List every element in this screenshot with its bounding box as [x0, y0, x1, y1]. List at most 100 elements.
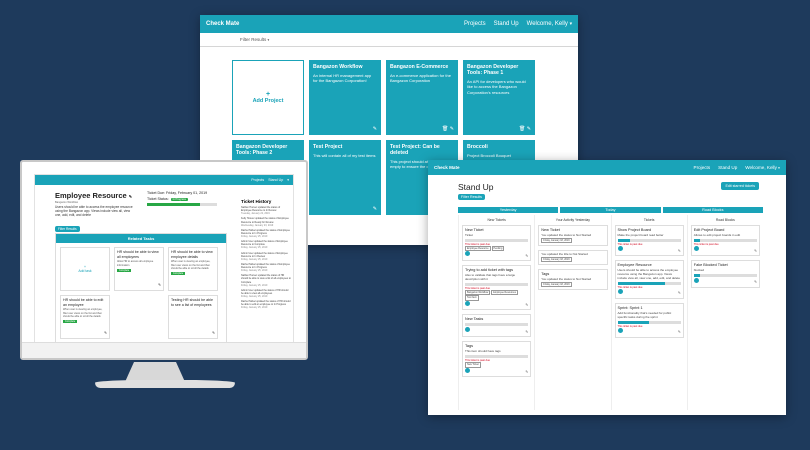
- task-title: HR should be able to view employee detai…: [171, 250, 213, 259]
- ticket-card[interactable]: Tags This item should have tags This ticke…: [462, 341, 532, 378]
- ticket-description: Users should be able to access the emplo…: [617, 267, 681, 280]
- pencil-icon[interactable]: ✎: [754, 249, 757, 254]
- task-card[interactable]: Testing HR should be able to see a list …: [168, 295, 218, 339]
- ticket-card[interactable]: Sprint: Sprint 1 Add functionality that's…: [614, 302, 684, 338]
- ticket-label: New Ticket: [465, 362, 481, 368]
- task-description: When user is viewing an employee, filter…: [171, 260, 211, 270]
- ticket-card[interactable]: Employee Resource Users should be able to…: [614, 260, 684, 299]
- nav-standup[interactable]: Stand Up: [718, 165, 737, 170]
- desktop-monitor: Projects Stand Up ▾ Employee Resource ✎ …: [20, 160, 308, 360]
- project-card[interactable]: Test Project This will contain all of my…: [309, 140, 381, 215]
- ticket-card[interactable]: New Ticket You updated the status to Not …: [538, 225, 608, 246]
- monitor-chin: [22, 342, 306, 358]
- trash-icon[interactable]: 🗑: [519, 126, 525, 132]
- project-title: Test Project: Can be deleted: [390, 144, 440, 156]
- standup-navbar: Check Mate Projects Stand Up Welcome, Ke…: [428, 160, 786, 175]
- status-badge[interactable]: In Progress: [170, 197, 188, 201]
- ticket-title: New Ticket: [465, 228, 484, 232]
- ticket-title: New Tasks: [465, 317, 484, 322]
- pencil-icon[interactable]: ✎: [158, 283, 161, 288]
- history-item: Nathan Hoover updated the status of Empl…: [241, 206, 291, 215]
- history-date: Wednesday, January 23, 2019: [241, 223, 274, 227]
- history-date: Friday, January 25, 2019: [241, 246, 268, 250]
- column-header: Your Activity Yesterday: [555, 218, 590, 222]
- project-tools: 🗑 ✎: [519, 126, 531, 132]
- pencil-icon[interactable]: ✎: [754, 280, 757, 285]
- ticket-due-date: Ticket Due: Friday, February 01, 2019: [147, 191, 208, 195]
- column-header: Road Blocks: [715, 218, 735, 222]
- project-card[interactable]: Bangazon Developer Tools: Phase 1 An API…: [463, 60, 535, 135]
- ticket-status: Ticket Status: In Progress: [147, 197, 237, 201]
- pencil-icon[interactable]: ✎: [525, 303, 528, 308]
- history-date: Friday, January 25, 2019: [241, 283, 268, 287]
- pencil-icon[interactable]: ✎: [450, 126, 454, 132]
- project-card[interactable]: Bangazon Workflow An internal HR managem…: [309, 60, 381, 135]
- progress-fill: [693, 238, 701, 242]
- task-status-tag: Complete: [171, 272, 186, 276]
- nav-standup[interactable]: Stand Up: [494, 21, 519, 27]
- ticket-description: Ticket: [465, 232, 473, 237]
- filter-results-button[interactable]: Filter Results: [55, 226, 80, 233]
- task-card[interactable]: HR should be able to view employee detai…: [168, 247, 218, 291]
- nav-standup[interactable]: Stand Up: [268, 178, 283, 182]
- pencil-icon[interactable]: ✎: [678, 291, 681, 296]
- brand-logo[interactable]: Check Mate: [434, 165, 686, 170]
- nav-projects[interactable]: Projects: [694, 165, 711, 170]
- ticket-card[interactable]: Fake Blocked Ticket blocked ✎: [690, 260, 760, 288]
- pencil-icon[interactable]: ✎: [212, 331, 215, 336]
- ticket-description: This item should have tags: [465, 349, 501, 354]
- nav-projects[interactable]: Projects: [251, 178, 264, 182]
- ticket-description: Make the project board read better: [617, 232, 664, 237]
- project-title: Bangazon Developer Tools: Phase 1: [467, 64, 519, 76]
- pencil-icon[interactable]: ✎: [525, 254, 528, 259]
- ticket-label: Friday, January 18, 2019: [541, 281, 572, 287]
- pencil-icon[interactable]: ✎: [525, 370, 528, 375]
- filter-results-dropdown[interactable]: Filter Results ▾: [240, 37, 269, 42]
- project-title: Bangazon E-Commerce: [390, 64, 449, 70]
- history-date: Friday, January 25, 2019: [241, 235, 268, 238]
- project-title: Bangazon Developer Tools: Phase 2: [236, 144, 288, 156]
- task-card[interactable]: HR should be able to edit an employee Wh…: [60, 295, 110, 339]
- task-description: Allow HR to access all employee informat…: [117, 260, 154, 267]
- ticket-card[interactable]: Show Project Board Make the project board…: [614, 225, 684, 257]
- related-tasks-header: Related Tasks: [56, 234, 226, 243]
- avatar: [617, 289, 623, 295]
- ticket-card[interactable]: New Ticket Ticket This ticket is past due E…: [462, 225, 532, 262]
- standup-columns: New Tickets New Ticket Ticket This ticket i…: [458, 215, 763, 410]
- ticket-card[interactable]: You updated the title to Not Started Frid…: [538, 249, 608, 265]
- brand-logo[interactable]: Check Mate: [206, 21, 456, 27]
- nav-projects[interactable]: Projects: [464, 21, 486, 27]
- filter-bar: Filter Results ▾: [200, 33, 578, 47]
- caret-down-icon: ▾: [569, 22, 572, 27]
- standup-column: Road Blocks Edit Project Board Allows to e…: [686, 215, 763, 410]
- pencil-icon[interactable]: ✎: [104, 331, 107, 336]
- avatar: [465, 251, 470, 257]
- ticket-card[interactable]: New Tasks ✎: [462, 314, 532, 338]
- trash-icon[interactable]: 🗑: [442, 126, 448, 132]
- edit-starred-button[interactable]: Edit starred tickets: [721, 182, 759, 190]
- page-title: Stand Up: [458, 182, 494, 192]
- ticket-history: Ticket History Nathan Hoover updated the…: [241, 199, 291, 312]
- ticket-card[interactable]: Edit Project Board Allows to edit project…: [690, 225, 760, 257]
- pencil-icon[interactable]: ✎: [678, 249, 681, 254]
- task-card[interactable]: HR should be able to view all employees …: [114, 247, 164, 291]
- add-task-card[interactable]: + Add task: [60, 247, 110, 291]
- filter-results-button[interactable]: Filter Results: [458, 194, 485, 200]
- pencil-icon[interactable]: ✎: [525, 330, 528, 335]
- project-description: Project Broccoli Bouquet: [467, 153, 511, 158]
- avatar: [693, 246, 699, 252]
- ticket-card[interactable]: Tags You updated the status to Not Starte…: [538, 268, 608, 290]
- ticket-label: Friday, January 18, 2019: [541, 237, 572, 243]
- caret-down-icon[interactable]: ▾: [287, 178, 289, 182]
- ticket-card[interactable]: Trying to add ticket with tags Also to va…: [462, 265, 532, 311]
- pencil-icon[interactable]: ✎: [373, 126, 377, 132]
- project-card[interactable]: Bangazon E-Commerce An e-commerce applic…: [386, 60, 458, 135]
- nav-welcome-dropdown[interactable]: Welcome, Kelly ▾: [527, 21, 572, 27]
- monitor-stand-base: [95, 380, 235, 388]
- pencil-icon[interactable]: ✎: [678, 330, 681, 335]
- pencil-icon[interactable]: ✎: [373, 206, 377, 212]
- nav-welcome-dropdown[interactable]: Welcome, Kelly ▾: [745, 165, 780, 170]
- pencil-icon[interactable]: ✎: [129, 194, 132, 199]
- add-project-card[interactable]: + Add Project: [232, 60, 304, 135]
- pencil-icon[interactable]: ✎: [527, 126, 531, 132]
